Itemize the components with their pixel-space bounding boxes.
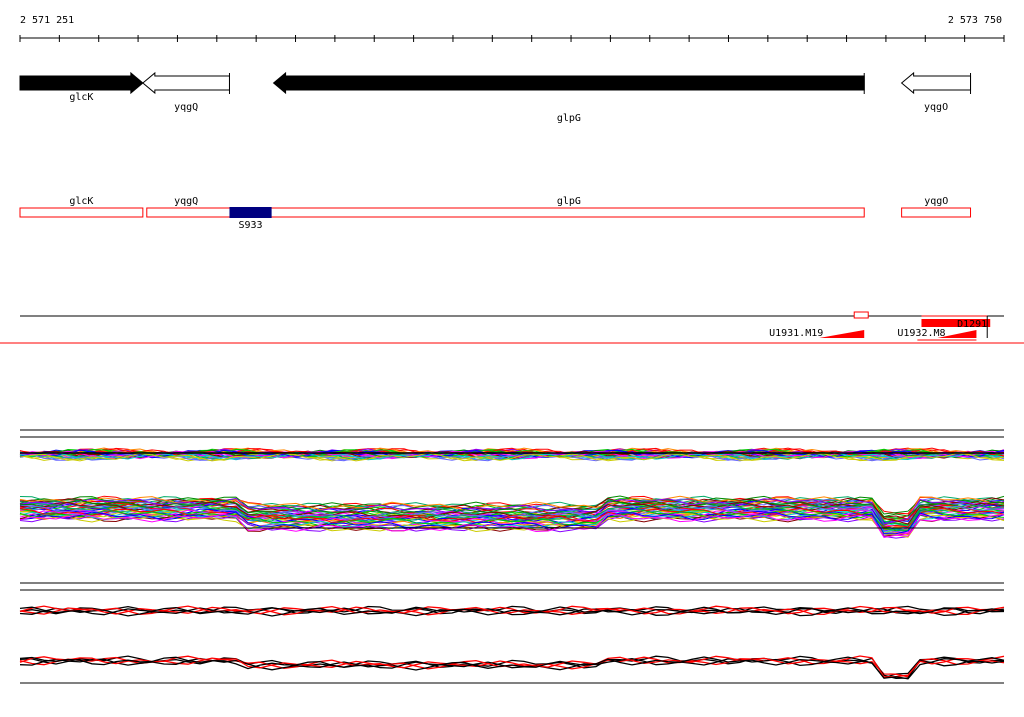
- coordinate-ruler: 2 571 251 2 573 750: [19, 15, 1005, 42]
- probe-track: U1931.M19 D1291 U1932.M8: [20, 311, 1004, 341]
- gene-label-yqgq: yqgQ: [174, 102, 198, 113]
- expression-profiles-colored: [19, 429, 1005, 539]
- annotation-label-yqgo: yqgO: [924, 196, 948, 207]
- feature-box-s933: [229, 207, 272, 218]
- annotation-box-glck: [19, 207, 144, 218]
- gene-label-yqgo: yqgO: [924, 102, 948, 113]
- gene-arrow-yqgq: [142, 71, 230, 95]
- probe-glyph-u1931-m19: [819, 330, 865, 338]
- gene-label-glck: glcK: [69, 92, 93, 103]
- expression-profiles-summary: [19, 582, 1005, 684]
- gene-track: glcK yqgQ glpG yqgO: [19, 71, 972, 124]
- probe-label-d1291: D1291: [957, 319, 987, 330]
- genome-track-canvas: 2 571 251 2 573 750 glcK yqgQ glpG yqgO glc…: [0, 15, 1024, 684]
- annotation-label-glck: glcK: [69, 196, 93, 207]
- gene-arrow-glck: [19, 71, 144, 95]
- gene-arrow-yqgo: [900, 71, 972, 95]
- annotation-label-glpg: glpG: [557, 196, 581, 207]
- genome-browser-viewer: 2 571 251 2 573 750 glcK yqgQ glpG yqgO glc…: [0, 0, 1024, 714]
- probe-label-u1932-m8: U1932.M8: [897, 328, 945, 339]
- gene-arrow-glpg: [272, 71, 865, 95]
- probe-label-u1931-m19: U1931.M19: [769, 328, 823, 339]
- ruler-start-label: 2 571 251: [20, 15, 74, 26]
- probe-marker: [853, 311, 869, 319]
- gene-label-glpg: glpG: [557, 113, 581, 124]
- ruler-end-label: 2 573 750: [948, 15, 1002, 26]
- annotation-track: glcK yqgQ glpG yqgO S933: [19, 196, 972, 231]
- annotation-box-yqgo: [901, 207, 972, 218]
- annotation-label-yqgq: yqgQ: [174, 196, 198, 207]
- feature-label-s933: S933: [238, 220, 262, 231]
